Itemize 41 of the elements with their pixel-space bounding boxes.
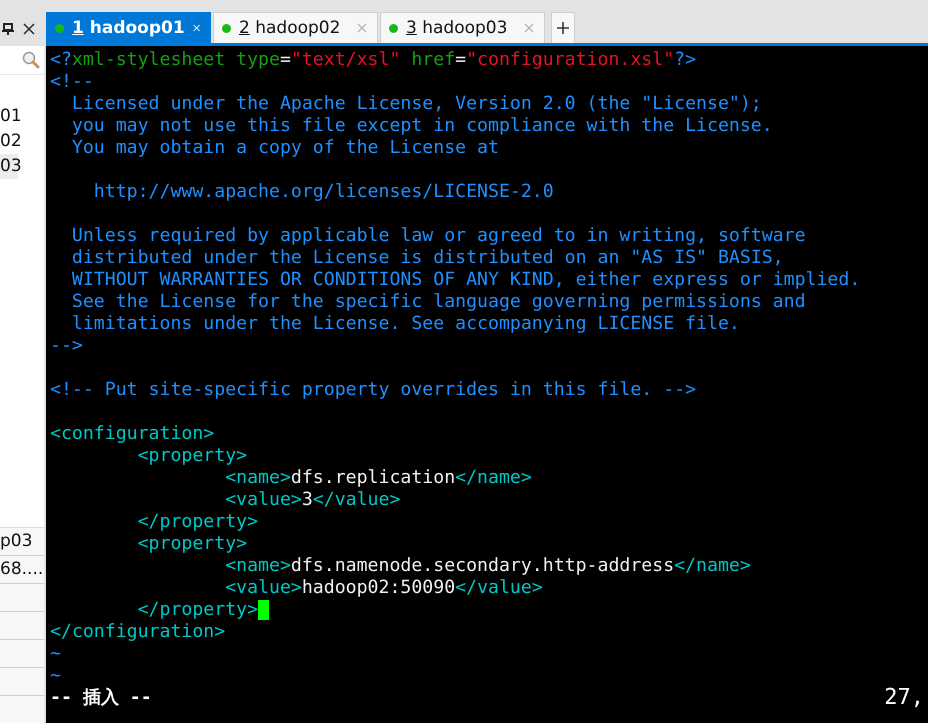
code-line: limitations under the License. See accompanying LICENSE file. xyxy=(70,313,740,335)
status-dot-icon xyxy=(55,24,64,32)
close-icon[interactable] xyxy=(23,23,35,35)
vim-mode: -- 插入 -- xyxy=(50,687,152,709)
search-icon[interactable] xyxy=(22,51,40,69)
code-line: </property> xyxy=(136,511,258,533)
session-item[interactable]: 02 xyxy=(0,129,18,154)
code-line: <value>hadoop02:50090</value> xyxy=(224,577,543,599)
code-line: <name>dfs.replication</name> xyxy=(224,467,532,489)
code-line: </configuration> xyxy=(50,621,226,643)
session-tab[interactable]: 3 hadoop03 xyxy=(380,12,545,43)
session-item[interactable]: 03 xyxy=(0,154,18,179)
code-line: <!-- Put site-specific property overrides in this file. --> xyxy=(50,379,696,401)
code-line: <property> xyxy=(136,445,248,467)
code-line: http://www.apache.org/licenses/LICENSE-2.0 xyxy=(92,181,554,203)
session-item[interactable]: 01 xyxy=(0,104,18,129)
new-tab-button[interactable] xyxy=(551,12,575,43)
code-line: <?xml-stylesheet type="text/xsl" href="configuration.xsl"?> xyxy=(50,49,696,71)
code-line: <name>dfs.namenode.secondary.http-address</name> xyxy=(224,555,751,577)
status-dot-icon xyxy=(389,24,398,32)
code-line: distributed under the License is distributed on an "AS IS" BASIS, xyxy=(70,247,784,269)
code-line: You may obtain a copy of the License at xyxy=(70,137,499,159)
cursor-position: 27, xyxy=(884,687,925,709)
code-line: Licensed under the Apache License, Version 2.0 (the "License"); xyxy=(70,93,762,115)
session-tab[interactable]: 2 hadoop02 xyxy=(213,12,378,43)
pin-icon[interactable] xyxy=(2,23,14,35)
code-line: --> xyxy=(50,335,83,357)
code-line: Unless required by applicable law or agreed to in writing, software xyxy=(70,225,806,247)
code-line: <!-- xyxy=(50,71,94,93)
code-line: </property> xyxy=(136,599,258,621)
status-dot-icon xyxy=(222,24,231,32)
code-line: WITHOUT WARRANTIES OR CONDITIONS OF ANY KIND, either express or implied. xyxy=(70,269,860,291)
plus-icon[interactable] xyxy=(556,21,570,35)
code-line: <configuration> xyxy=(50,423,214,445)
code-line: you may not use this file except in compliance with the License. xyxy=(70,115,773,137)
code-line: <property> xyxy=(136,533,248,555)
empty-line-marker: ~ xyxy=(50,643,61,665)
code-line: See the License for the specific language governing permissions and xyxy=(70,291,806,313)
session-tab[interactable]: 1 hadoop01 xyxy=(46,12,211,43)
code-line: <value>3</value> xyxy=(224,489,400,511)
empty-line-marker: ~ xyxy=(50,665,61,687)
